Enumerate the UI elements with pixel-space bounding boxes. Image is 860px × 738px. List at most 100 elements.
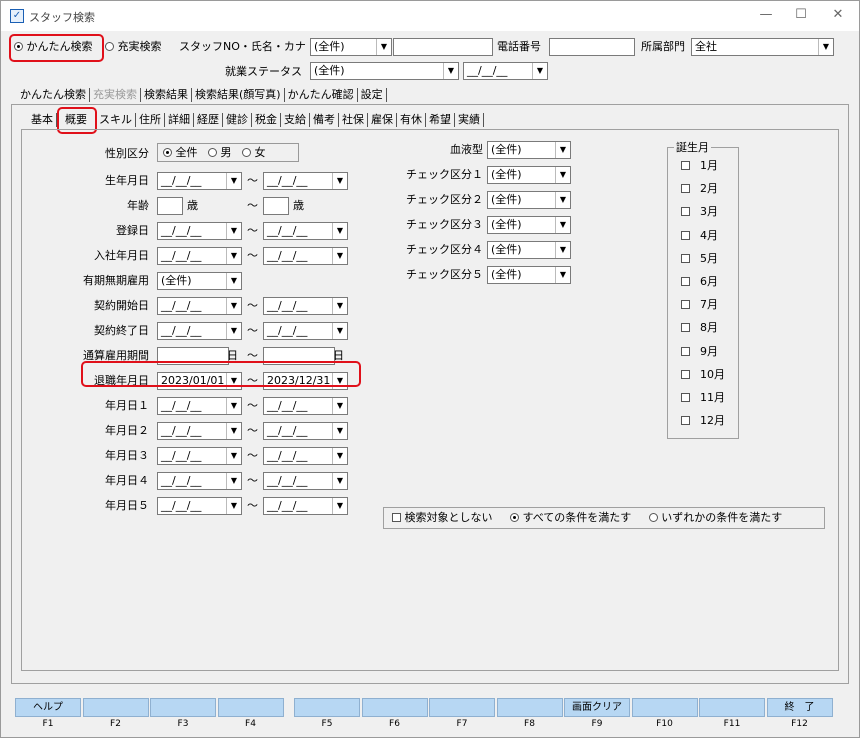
age-to-input[interactable] bbox=[263, 197, 289, 215]
month-checkbox-7[interactable]: 7月 bbox=[681, 298, 718, 312]
age-from-input[interactable] bbox=[157, 197, 183, 215]
check1-select[interactable]: (全件) ▼ bbox=[487, 166, 571, 184]
fkey-f9-button[interactable]: 画面クリア bbox=[564, 698, 630, 717]
contract-start-from-input[interactable]: __/__/__ ▼ bbox=[157, 297, 242, 315]
month-checkbox-8[interactable]: 8月 bbox=[681, 321, 718, 335]
tab-simple-confirm[interactable]: かんたん確認 bbox=[285, 88, 358, 102]
fkey-f11-button[interactable] bbox=[699, 698, 765, 717]
subtab-health[interactable]: 健診 bbox=[223, 113, 252, 127]
hire-date-to-input[interactable]: __/__/__ ▼ bbox=[263, 247, 348, 265]
month-label: 12月 bbox=[700, 414, 725, 428]
fkey-f1-button[interactable]: ヘルプ bbox=[15, 698, 81, 717]
tab-simple-search[interactable]: かんたん検索 bbox=[17, 88, 90, 102]
subtab-pay[interactable]: 支給 bbox=[281, 113, 310, 127]
contract-start-to-input[interactable]: __/__/__ ▼ bbox=[263, 297, 348, 315]
radio-any-condition[interactable]: いずれかの条件を満たす bbox=[648, 511, 782, 524]
dropdown-arrow-icon: ▼ bbox=[332, 473, 347, 489]
date4-from-input[interactable]: __/__/__ ▼ bbox=[157, 472, 242, 490]
birth-date-to-input[interactable]: __/__/__ ▼ bbox=[263, 172, 348, 190]
subtab-tax[interactable]: 税金 bbox=[252, 113, 281, 127]
subtab-social-insurance[interactable]: 社保 bbox=[339, 113, 368, 127]
subtab-results[interactable]: 実績 bbox=[455, 113, 484, 127]
radio-full-search[interactable]: 充実検索 bbox=[105, 40, 162, 54]
check4-select[interactable]: (全件) ▼ bbox=[487, 241, 571, 259]
employment-status-select[interactable]: (全件) ▼ bbox=[310, 62, 459, 80]
tab-search-results-photo[interactable]: 検索結果(顔写真) bbox=[192, 88, 285, 102]
subtab-address[interactable]: 住所 bbox=[136, 113, 165, 127]
date4-to-input[interactable]: __/__/__ ▼ bbox=[263, 472, 348, 490]
contract-end-to-input[interactable]: __/__/__ ▼ bbox=[263, 322, 348, 340]
check3-select[interactable]: (全件) ▼ bbox=[487, 216, 571, 234]
fkey-f2-button[interactable] bbox=[82, 698, 149, 717]
date5-from-input[interactable]: __/__/__ ▼ bbox=[157, 497, 242, 515]
subtab-wishes[interactable]: 希望 bbox=[426, 113, 455, 127]
month-checkbox-4[interactable]: 4月 bbox=[681, 229, 718, 243]
subtab-basic[interactable]: 基本 bbox=[28, 113, 57, 127]
month-checkbox-9[interactable]: 9月 bbox=[681, 345, 718, 359]
fkey-f8-label: F8 bbox=[524, 719, 535, 729]
month-label: 4月 bbox=[700, 228, 718, 242]
date4-label: 年月日４ bbox=[105, 474, 149, 487]
tab-search-results[interactable]: 検索結果 bbox=[141, 88, 192, 102]
fkey-f6-button[interactable] bbox=[361, 698, 428, 717]
month-checkbox-5[interactable]: 5月 bbox=[681, 252, 718, 266]
dropdown-arrow-icon: ▼ bbox=[332, 248, 347, 264]
birth-date-from-input[interactable]: __/__/__ ▼ bbox=[157, 172, 242, 190]
subtab-notes[interactable]: 備考 bbox=[310, 113, 339, 127]
staff-select[interactable]: (全件) ▼ bbox=[310, 38, 392, 56]
blood-type-select[interactable]: (全件) ▼ bbox=[487, 141, 571, 159]
contract-start-from-value: __/__/__ bbox=[161, 299, 202, 312]
radio-gender-male[interactable]: 男 bbox=[208, 146, 232, 159]
date3-to-input[interactable]: __/__/__ ▼ bbox=[263, 447, 348, 465]
subtab-detail[interactable]: 詳細 bbox=[165, 113, 194, 127]
check2-select[interactable]: (全件) ▼ bbox=[487, 191, 571, 209]
month-checkbox-3[interactable]: 3月 bbox=[681, 205, 718, 219]
date1-from-input[interactable]: __/__/__ ▼ bbox=[157, 397, 242, 415]
month-checkbox-11[interactable]: 11月 bbox=[681, 391, 725, 405]
range-tilde: ～ bbox=[247, 449, 258, 462]
employment-status-date[interactable]: __/__/__ ▼ bbox=[463, 62, 548, 80]
subtab-skill[interactable]: スキル bbox=[96, 113, 136, 127]
fkey-f12-button[interactable]: 終 了 bbox=[766, 698, 833, 717]
subtab-history[interactable]: 経歴 bbox=[194, 113, 223, 127]
date2-from-input[interactable]: __/__/__ ▼ bbox=[157, 422, 242, 440]
contract-type-select[interactable]: (全件) ▼ bbox=[157, 272, 242, 290]
month-checkbox-1[interactable]: 1月 bbox=[681, 159, 718, 173]
close-icon[interactable]: ✕ bbox=[823, 5, 853, 25]
contract-end-from-input[interactable]: __/__/__ ▼ bbox=[157, 322, 242, 340]
fkey-f5-button[interactable] bbox=[294, 698, 360, 717]
date5-to-input[interactable]: __/__/__ ▼ bbox=[263, 497, 348, 515]
exclude-checkbox[interactable]: 検索対象としない bbox=[392, 511, 493, 524]
check5-select[interactable]: (全件) ▼ bbox=[487, 266, 571, 284]
date1-to-input[interactable]: __/__/__ ▼ bbox=[263, 397, 348, 415]
phone-input[interactable] bbox=[549, 38, 635, 56]
registration-date-to-input[interactable]: __/__/__ ▼ bbox=[263, 222, 348, 240]
month-checkbox-10[interactable]: 10月 bbox=[681, 368, 725, 382]
fkey-f3-button[interactable] bbox=[150, 698, 216, 717]
month-checkbox-12[interactable]: 12月 bbox=[681, 414, 725, 428]
month-checkbox-6[interactable]: 6月 bbox=[681, 275, 718, 289]
subtab-employment-insurance[interactable]: 雇保 bbox=[368, 113, 397, 127]
staff-text-input[interactable] bbox=[393, 38, 493, 56]
date4-to-value: __/__/__ bbox=[267, 474, 308, 487]
radio-gender-all[interactable]: 全件 bbox=[163, 146, 198, 159]
registration-date-from-input[interactable]: __/__/__ ▼ bbox=[157, 222, 242, 240]
tab-settings[interactable]: 設定 bbox=[358, 88, 387, 102]
radio-all-conditions[interactable]: すべての条件を満たす bbox=[509, 511, 631, 524]
maximize-icon[interactable]: ☐ bbox=[786, 5, 816, 25]
fkey-f8-button[interactable] bbox=[496, 698, 563, 717]
date2-to-input[interactable]: __/__/__ ▼ bbox=[263, 422, 348, 440]
month-checkbox-2[interactable]: 2月 bbox=[681, 182, 718, 196]
hire-date-from-input[interactable]: __/__/__ ▼ bbox=[157, 247, 242, 265]
department-select[interactable]: 全社 ▼ bbox=[691, 38, 834, 56]
range-tilde: ～ bbox=[247, 224, 258, 237]
date3-from-input[interactable]: __/__/__ ▼ bbox=[157, 447, 242, 465]
tab-full-search[interactable]: 充実検索 bbox=[90, 88, 141, 102]
fkey-f9-label: F9 bbox=[591, 719, 603, 729]
fkey-f7-button[interactable] bbox=[429, 698, 495, 717]
fkey-f10-button[interactable] bbox=[631, 698, 698, 717]
minimize-icon[interactable]: — bbox=[751, 5, 781, 25]
subtab-paid-leave[interactable]: 有休 bbox=[397, 113, 426, 127]
radio-gender-female[interactable]: 女 bbox=[242, 146, 266, 159]
fkey-f4-button[interactable] bbox=[217, 698, 284, 717]
